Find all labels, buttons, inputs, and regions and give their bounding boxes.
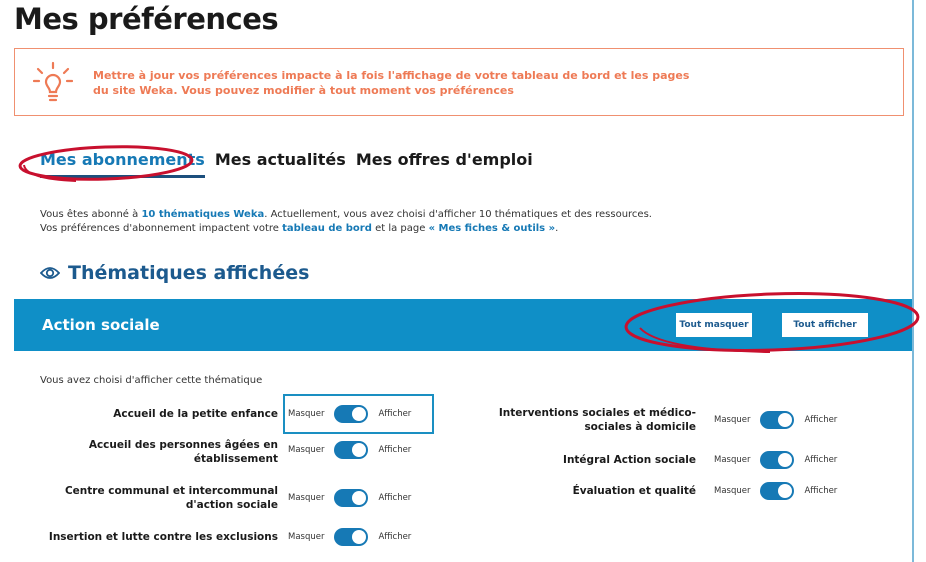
pref-row: Interventions sociales et médico-sociale… [470,406,870,434]
pref-label: Insertion et lutte contre les exclusions [48,531,278,543]
tab-mes-offres-emploi[interactable]: Mes offres d'emploi [356,150,533,175]
pref-toggle-group: Masquer Afficher [714,451,837,469]
afficher-label: Afficher [804,486,838,496]
subscription-line2-post: . [555,223,559,234]
subscription-line1-post: . Actuellement, vous avez choisi d'affic… [264,209,652,220]
toggle-knob [778,453,793,467]
pref-label: Intégral Action sociale [563,454,696,466]
afficher-label: Afficher [804,455,838,465]
masquer-label: Masquer [288,532,325,542]
subscription-text: Vous êtes abonné à 10 thématiques Weka. … [40,208,652,236]
afficher-label: Afficher [378,409,412,419]
toggle-knob [352,407,367,421]
pref-row: Accueil des personnes âgées en établisse… [40,438,436,466]
info-banner: Mettre à jour vos préférences impacte à … [14,48,904,116]
afficher-label: Afficher [378,445,412,455]
subscription-count: 10 thématiques Weka [141,209,265,220]
toggle-knob [352,491,367,505]
afficher-label: Afficher [804,415,838,425]
subscription-line1: Vous êtes abonné à 10 thématiques Weka. … [40,208,652,222]
pref-label: Évaluation et qualité [572,485,696,497]
toggle-knob [352,443,367,457]
pref-row: Accueil de la petite enfance Masquer Aff… [40,404,436,424]
chosen-status-text: Vous avez choisi d'afficher cette thémat… [40,375,263,386]
masquer-label: Masquer [288,445,325,455]
dashboard-link[interactable]: tableau de bord [282,223,372,234]
fiches-outils-link[interactable]: « Mes fiches & outils » [429,223,556,234]
category-title: Action sociale [42,316,160,334]
subscription-line2-pre: Vos préférences d'abonnement impactent v… [40,223,283,234]
info-text-line2: du site Weka. Vous pouvez modifier à tou… [93,84,514,97]
lightbulb-icon [33,61,73,102]
pref-toggle-group: Masquer Afficher [714,411,837,429]
pref-label: Interventions sociales et médico-sociale… [498,407,696,433]
pref-toggle-group: Masquer Afficher [714,482,837,500]
masquer-label: Masquer [288,493,325,503]
subscription-line1-pre: Vous êtes abonné à [40,209,142,220]
subscription-line2: Vos préférences d'abonnement impactent v… [40,222,652,236]
page-title: Mes préférences [14,2,279,36]
pref-toggle[interactable] [334,489,369,507]
masquer-label: Masquer [288,409,325,419]
pref-row: Centre communal et intercommunal d'actio… [40,484,436,512]
subscription-line2-mid: et la page [371,223,429,234]
pref-toggle-group: Masquer Afficher [288,441,411,459]
pref-label: Accueil de la petite enfance [113,408,278,420]
masquer-label: Masquer [714,455,751,465]
pref-toggle-group: Masquer Afficher [288,489,411,507]
pref-row: Intégral Action sociale Masquer Afficher [470,450,870,470]
tab-mes-actualites[interactable]: Mes actualités [215,150,346,175]
pref-toggle[interactable] [760,482,795,500]
toggle-knob [778,413,793,427]
afficher-label: Afficher [378,532,412,542]
pref-label: Accueil des personnes âgées en établisse… [88,439,278,465]
pref-toggle-group: Masquer Afficher [288,528,411,546]
masquer-label: Masquer [714,415,751,425]
info-text: Mettre à jour vos préférences impacte à … [93,68,693,98]
section-heading: Thématiques affichées [40,262,309,284]
pref-toggle[interactable] [334,405,369,423]
eye-icon [40,267,60,279]
pref-toggle-group: Masquer Afficher [288,405,411,423]
annotation-oval-tabs [18,145,194,182]
section-title: Thématiques affichées [68,262,310,284]
afficher-label: Afficher [378,493,412,503]
toggle-knob [778,484,793,498]
pref-row: Insertion et lutte contre les exclusions… [40,527,436,547]
pref-toggle[interactable] [760,411,795,429]
info-text-line1: Mettre à jour vos préférences impacte à … [93,69,690,82]
pref-toggle[interactable] [334,528,369,546]
annotation-oval-buttons [624,292,920,353]
pref-row: Évaluation et qualité Masquer Afficher [470,481,870,501]
pref-label: Centre communal et intercommunal d'actio… [64,485,278,511]
pref-toggle[interactable] [334,441,369,459]
masquer-label: Masquer [714,486,751,496]
pref-toggle[interactable] [760,451,795,469]
toggle-knob [352,530,367,544]
